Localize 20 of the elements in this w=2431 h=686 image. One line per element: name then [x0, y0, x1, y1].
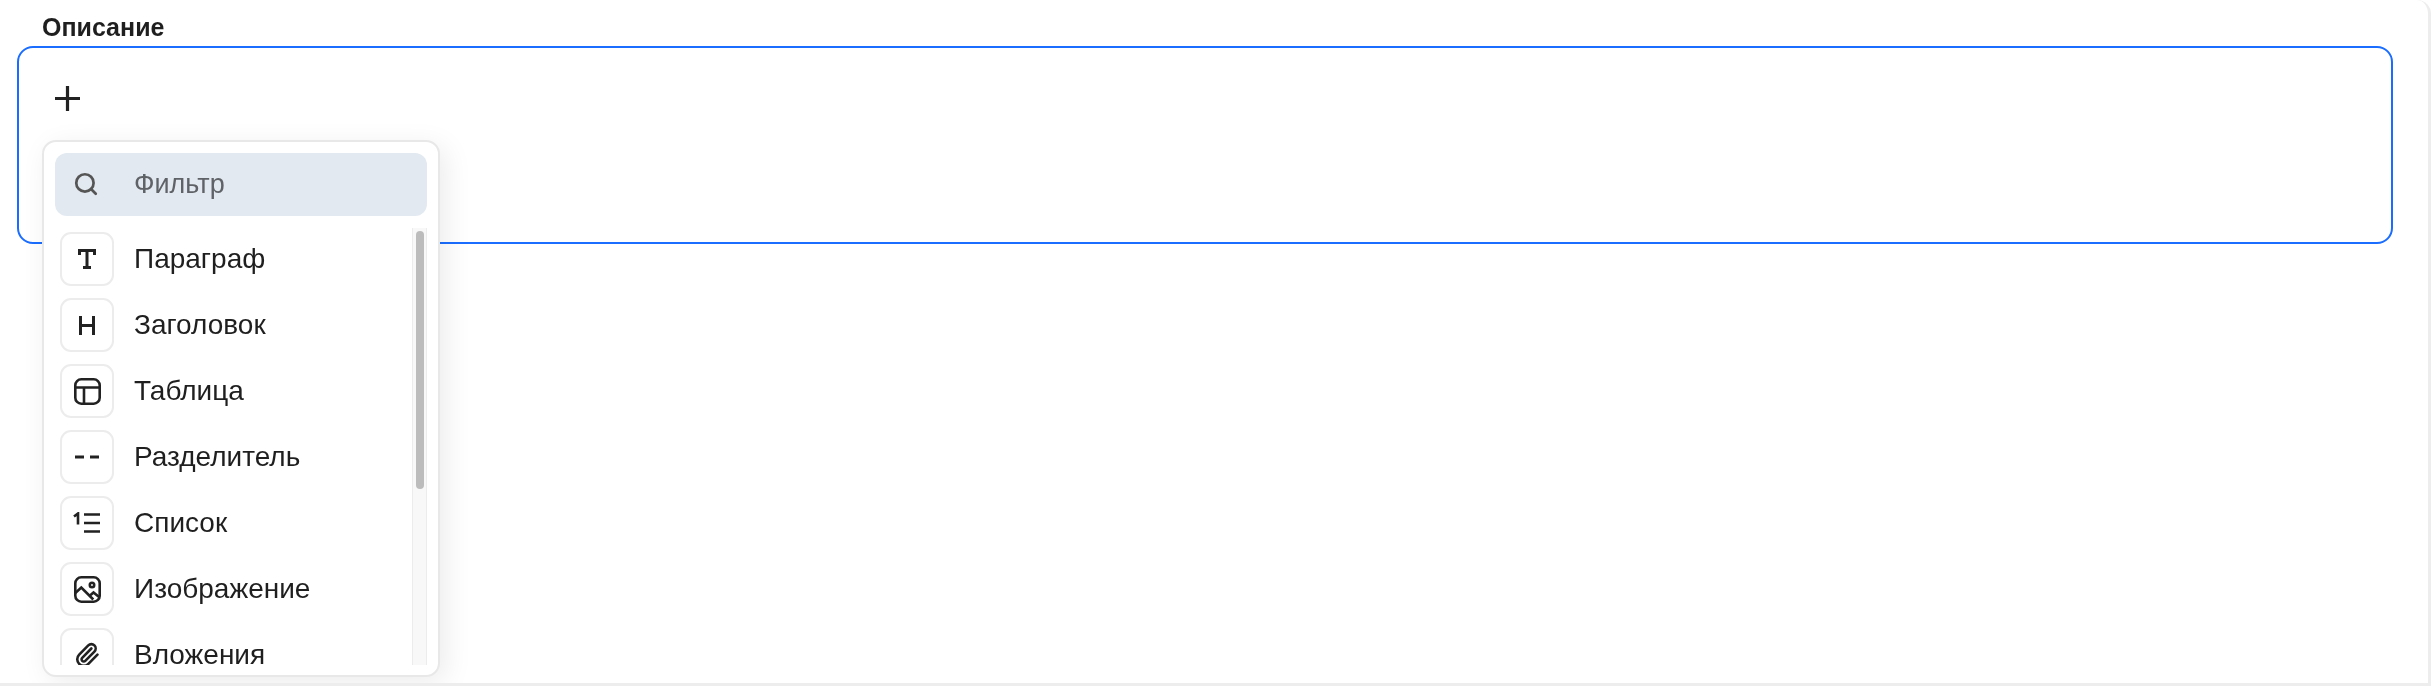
block-menu-item[interactable]: Таблица	[60, 364, 412, 418]
plus-icon	[55, 86, 80, 111]
add-block-button[interactable]	[55, 86, 80, 111]
block-menu-item[interactable]: Параграф	[60, 232, 412, 286]
block-menu-item[interactable]: Заголовок	[60, 298, 412, 352]
dashes-icon	[60, 430, 114, 484]
block-menu-item[interactable]: Вложения	[60, 628, 412, 665]
scrollbar-thumb[interactable]	[415, 231, 424, 489]
block-menu-item[interactable]: Разделитель	[60, 430, 412, 484]
numbered-list-icon	[60, 496, 114, 550]
letter-h-icon	[60, 298, 114, 352]
filter-field[interactable]: Фильтр	[55, 153, 427, 216]
table-icon	[60, 364, 114, 418]
letter-t-icon	[60, 232, 114, 286]
image-icon	[60, 562, 114, 616]
description-editor[interactable]	[17, 46, 2393, 244]
block-menu-item[interactable]: Список	[60, 496, 412, 550]
block-menu-item[interactable]: Изображение	[60, 562, 412, 616]
search-icon	[73, 171, 99, 197]
field-label: Описание	[42, 13, 165, 41]
